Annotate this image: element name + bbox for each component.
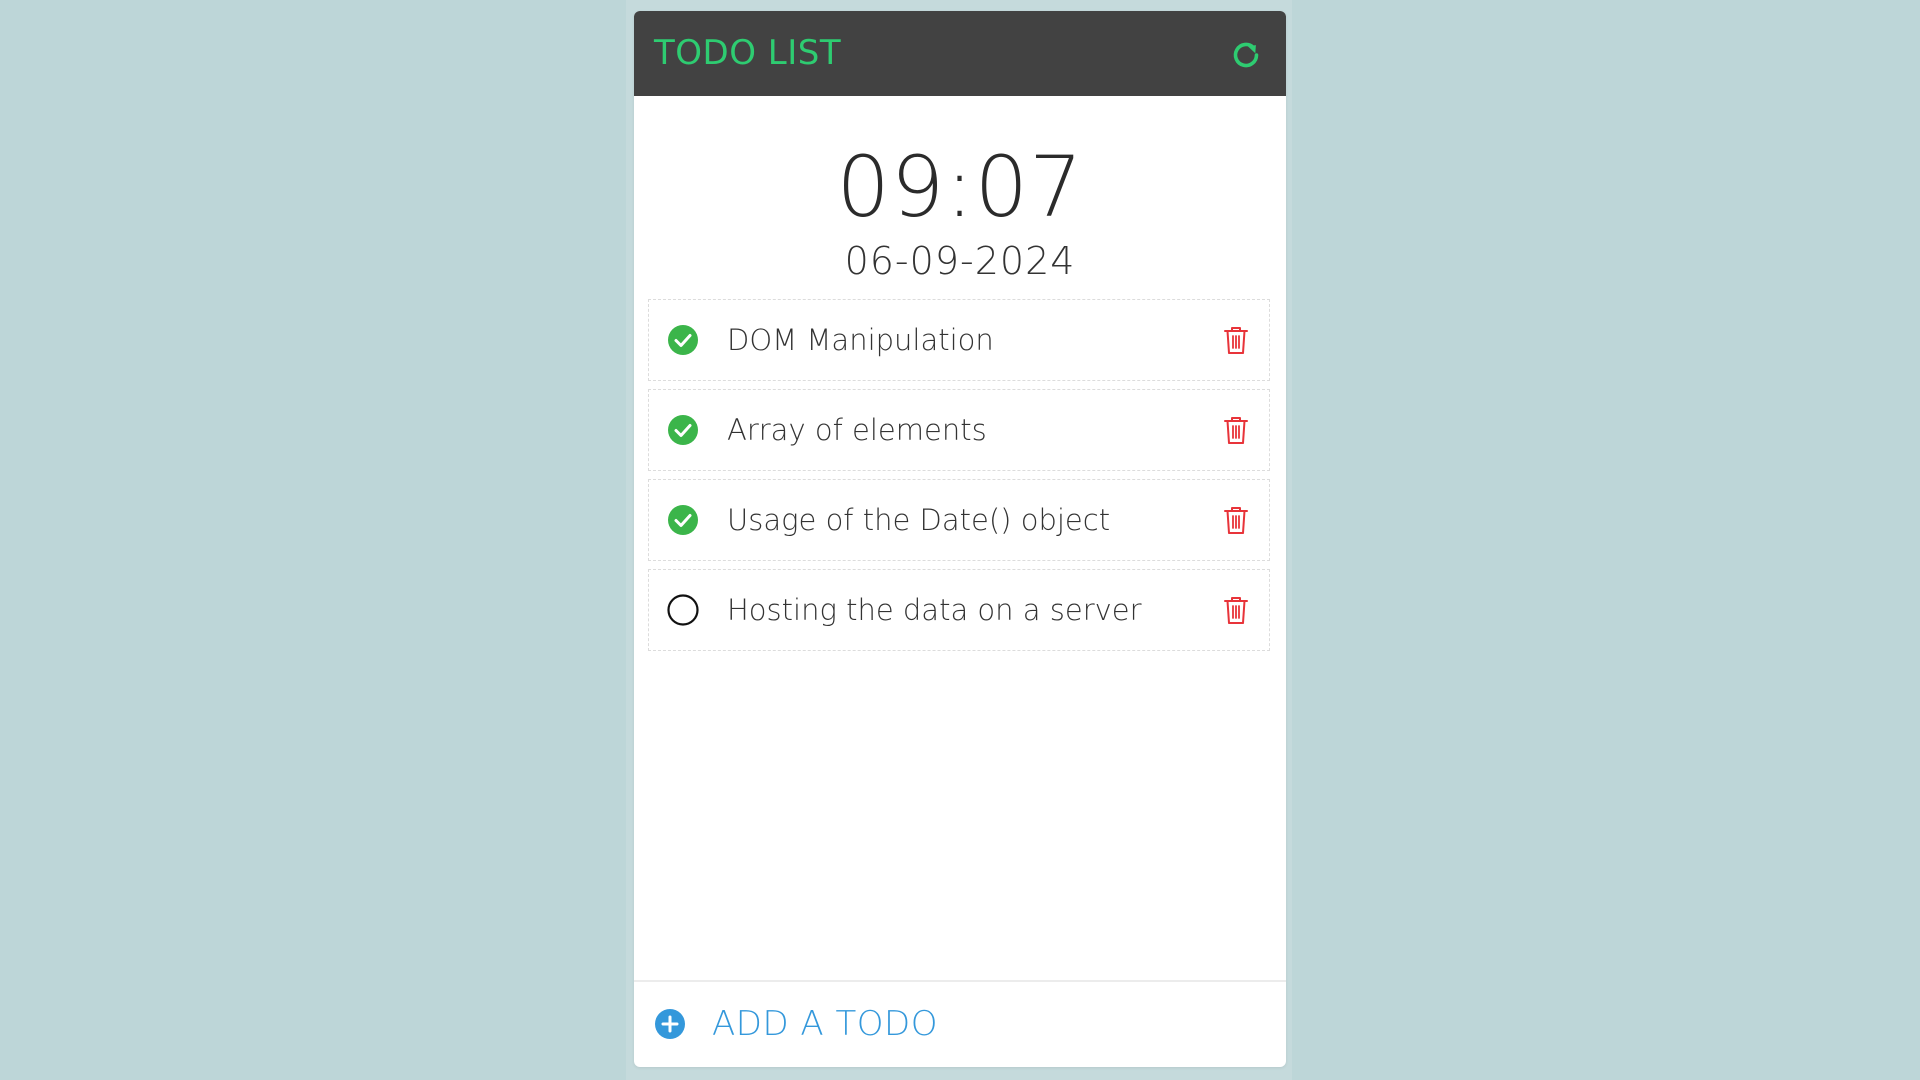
trash-icon[interactable] (1221, 594, 1251, 626)
checked-circle-icon[interactable] (667, 324, 699, 356)
todo-app: TODO LIST 09:07 06-09-2024 DOM Manipulat… (634, 11, 1286, 1067)
todo-item: Usage of the Date() object (648, 479, 1270, 561)
add-todo-button[interactable]: ADD A TODO (634, 980, 1286, 1067)
todo-item: Array of elements (648, 389, 1270, 471)
todo-item-text[interactable]: Array of elements (727, 390, 987, 470)
checked-circle-icon[interactable] (667, 504, 699, 536)
todo-item-text[interactable]: Hosting the data on a server (727, 570, 1142, 650)
add-todo-label: ADD A TODO (712, 1004, 938, 1044)
todo-item: DOM Manipulation (648, 299, 1270, 381)
trash-icon[interactable] (1221, 324, 1251, 356)
plus-circle-icon (655, 1009, 685, 1039)
todo-item: Hosting the data on a server (648, 569, 1270, 651)
todo-item-text[interactable]: DOM Manipulation (727, 300, 994, 380)
clock-time: 09:07 (836, 138, 1084, 236)
trash-icon[interactable] (1221, 414, 1251, 446)
unchecked-circle-icon[interactable] (667, 594, 699, 626)
todo-list: DOM Manipulation Array of elements Usage… (648, 299, 1272, 659)
todo-item-text[interactable]: Usage of the Date() object (727, 480, 1110, 560)
app-title: TODO LIST (654, 33, 842, 73)
app-header: TODO LIST (634, 11, 1286, 96)
refresh-icon[interactable] (1228, 37, 1264, 73)
trash-icon[interactable] (1221, 504, 1251, 536)
checked-circle-icon[interactable] (667, 414, 699, 446)
clock-date: 06-09-2024 (844, 239, 1076, 283)
